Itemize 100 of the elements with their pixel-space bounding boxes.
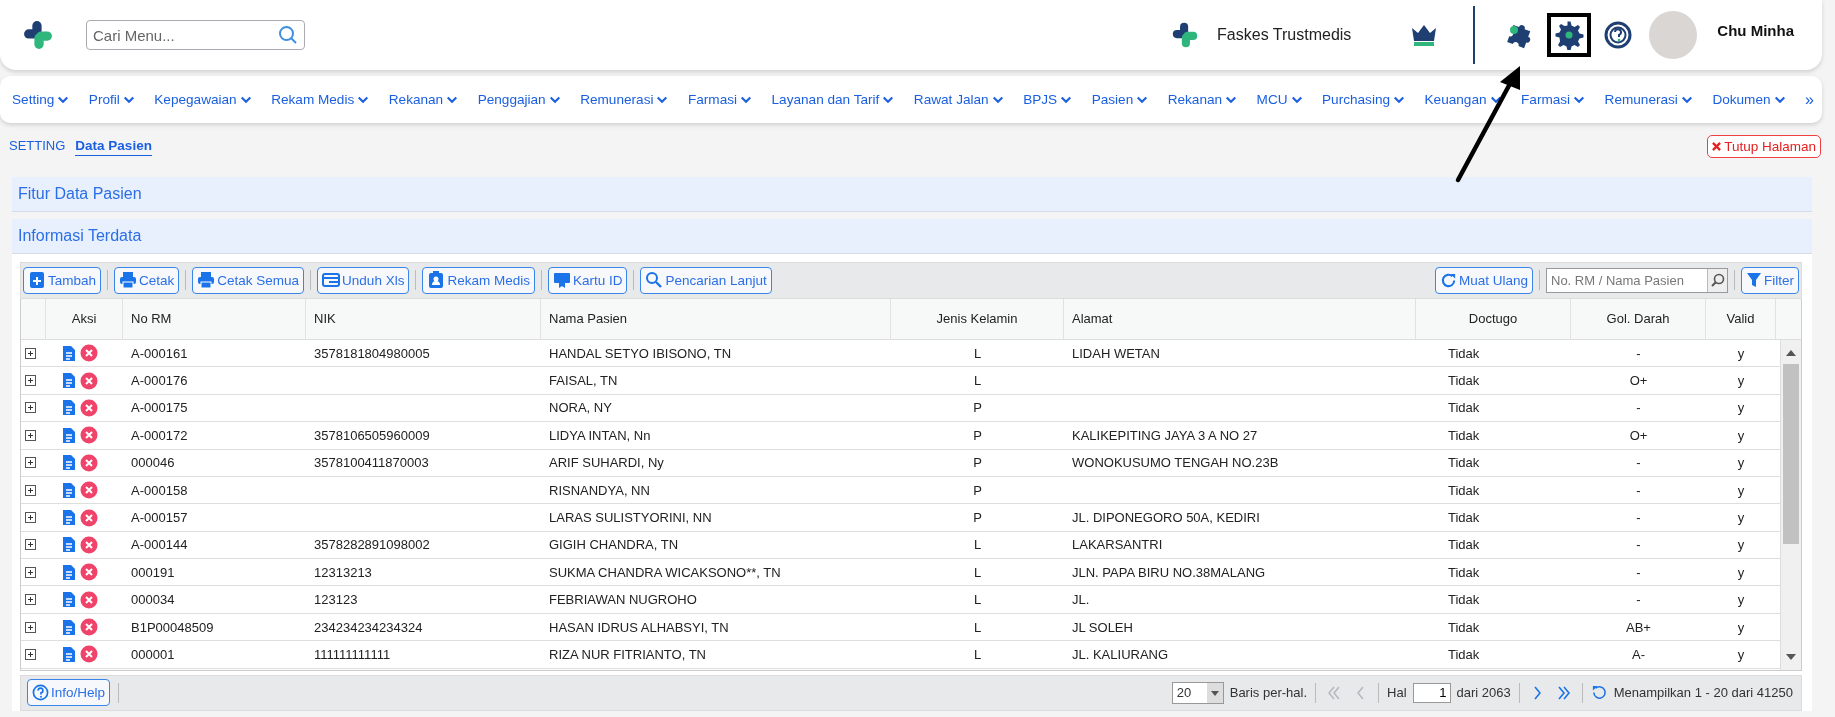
expand-icon[interactable]: [25, 347, 36, 359]
document-icon[interactable]: [62, 454, 76, 472]
delete-icon[interactable]: [80, 590, 98, 609]
column-header[interactable]: Doctugo: [1416, 298, 1571, 339]
nav-menu-item[interactable]: Keuangan: [1424, 92, 1502, 107]
table-cell-text: -: [1635, 455, 1642, 471]
add-button[interactable]: Tambah: [23, 267, 102, 294]
column-header[interactable]: Jenis Kelamin: [891, 298, 1064, 339]
delete-icon[interactable]: [80, 535, 98, 554]
column-header[interactable]: Valid: [1706, 298, 1776, 339]
document-icon[interactable]: [62, 618, 76, 636]
nav-menu-item[interactable]: Penggajian: [477, 92, 561, 107]
table-cell-text: 234234234234324: [313, 619, 424, 635]
table-cell-text: AB+: [1625, 619, 1652, 635]
expand-icon[interactable]: [25, 429, 36, 441]
table-cell-text: FAISAL, TN: [548, 373, 619, 389]
expand-icon[interactable]: [25, 566, 36, 578]
advanced-search-button[interactable]: Pencarian Lanjut: [640, 267, 772, 294]
page-number-field[interactable]: 1: [1412, 683, 1451, 703]
table-cell-text: P: [972, 400, 983, 416]
table-cell-text: L: [972, 537, 983, 553]
table-cell-text: Tidak: [1447, 400, 1481, 416]
page-size-select[interactable]: 20: [1171, 682, 1224, 704]
table-cell-text: JL. DIPONEGORO 50A, KEDIRI: [1071, 510, 1261, 525]
id-card-button[interactable]: Kartu ID: [547, 267, 628, 294]
settings-button[interactable]: [1547, 13, 1592, 57]
close-page-button[interactable]: Tutup Halaman: [1707, 135, 1821, 158]
print-all-button[interactable]: Cetak Semua: [192, 267, 305, 294]
delete-icon[interactable]: [80, 453, 98, 472]
expand-icon[interactable]: [25, 594, 36, 606]
record-summary: Menampilkan 1 - 20 dari 41250: [1613, 685, 1793, 701]
section-title[interactable]: Fitur Data Pasien: [18, 185, 142, 203]
print-button[interactable]: Cetak: [114, 267, 180, 294]
table-cell-text: SUKMA CHANDRA WICAKSONO**, TN: [548, 564, 782, 580]
close-icon: [1712, 142, 1722, 151]
document-icon[interactable]: [62, 536, 76, 554]
document-icon[interactable]: [62, 399, 76, 417]
column-header[interactable]: Alamat: [1064, 298, 1416, 339]
delete-icon[interactable]: [80, 344, 98, 363]
nav-menu-item[interactable]: Pasien: [1091, 92, 1149, 107]
expand-icon[interactable]: [25, 484, 36, 496]
expand-icon[interactable]: [25, 375, 36, 387]
filter-button[interactable]: Filter: [1741, 267, 1799, 294]
document-icon[interactable]: [62, 591, 76, 609]
nav-menu-item[interactable]: Setting: [12, 92, 70, 107]
document-icon[interactable]: [62, 426, 76, 444]
search-icon: [1710, 273, 1725, 288]
nav-menu-item[interactable]: Kepegawaian: [154, 92, 252, 107]
menu-search-field[interactable]: Cari Menu...: [86, 20, 305, 50]
expand-icon[interactable]: [25, 621, 36, 633]
column-header[interactable]: NIK: [306, 298, 541, 339]
nav-menu-item[interactable]: Purchasing: [1322, 92, 1406, 107]
search-button[interactable]: [1707, 269, 1727, 292]
medical-record-button[interactable]: Rekam Medis: [422, 267, 535, 294]
document-icon[interactable]: [62, 509, 76, 526]
expand-icon[interactable]: [25, 402, 36, 414]
expand-icon[interactable]: [25, 457, 36, 469]
delete-icon[interactable]: [80, 563, 98, 582]
nav-menu-item[interactable]: Farmasi: [1521, 92, 1586, 107]
column-header[interactable]: Gol. Darah: [1571, 298, 1706, 339]
nav-menu-item[interactable]: Farmasi: [687, 92, 753, 107]
nav-menu-item[interactable]: Remunerasi: [580, 92, 669, 107]
delete-icon[interactable]: [80, 618, 98, 637]
delete-icon[interactable]: [80, 508, 98, 527]
column-header[interactable]: Aksi: [46, 298, 123, 339]
table-cell-text: LARAS SULISTYORINI, NN: [548, 510, 713, 525]
document-icon[interactable]: [62, 645, 76, 663]
reload-button[interactable]: Muat Ulang: [1434, 267, 1533, 294]
more-menu-button[interactable]: »: [1805, 90, 1814, 109]
expand-icon[interactable]: [25, 539, 36, 551]
nav-menu-item[interactable]: Remunerasi: [1604, 92, 1693, 107]
download-button[interactable]: Unduh Xls: [317, 267, 410, 294]
delete-icon[interactable]: [80, 398, 98, 417]
expand-icon[interactable]: [25, 512, 36, 523]
nav-menu-item[interactable]: BPJS: [1023, 92, 1073, 107]
document-icon[interactable]: [62, 344, 76, 362]
nav-menu-item[interactable]: Rekanan: [1167, 92, 1238, 107]
document-icon[interactable]: [62, 563, 76, 581]
delete-icon[interactable]: [80, 371, 98, 390]
breadcrumb-item[interactable]: Data Pasien: [75, 137, 152, 156]
column-header[interactable]: No RM: [123, 298, 306, 339]
expand-icon[interactable]: [25, 648, 36, 660]
nav-menu-item[interactable]: MCU: [1256, 92, 1303, 107]
section-title[interactable]: Informasi Terdata: [18, 227, 142, 245]
nav-menu-item[interactable]: Dokumen: [1712, 92, 1786, 107]
breadcrumb-item[interactable]: SETTING: [9, 138, 66, 155]
nav-menu-item[interactable]: Rawat Jalan: [913, 92, 1004, 107]
nav-menu-item[interactable]: Rekam Medis: [271, 92, 370, 107]
delete-icon[interactable]: [80, 426, 98, 445]
refresh-icon[interactable]: [1590, 684, 1608, 702]
document-icon[interactable]: [62, 372, 76, 390]
nav-menu-item[interactable]: Profil: [88, 92, 135, 107]
nav-menu-item[interactable]: Rekanan: [388, 92, 459, 107]
help-button[interactable]: Info/Help: [27, 679, 111, 707]
delete-icon[interactable]: [80, 481, 98, 500]
column-header[interactable]: Nama Pasien: [541, 298, 891, 339]
nav-menu-item[interactable]: Layanan dan Tarif: [771, 92, 895, 107]
table-cell-text: Tidak: [1447, 482, 1481, 498]
document-icon[interactable]: [62, 481, 76, 499]
delete-icon[interactable]: [80, 645, 98, 664]
